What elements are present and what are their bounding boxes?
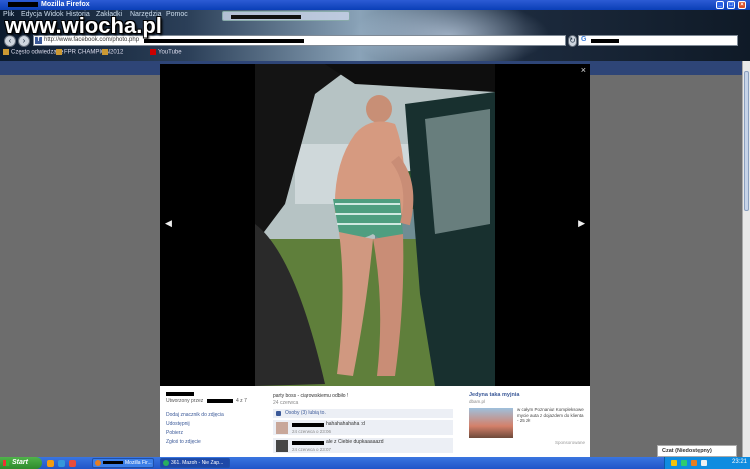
- clock[interactable]: 23:21: [732, 459, 747, 465]
- bookmark-item[interactable]: 2012: [102, 49, 123, 56]
- report-photo-link[interactable]: Zgłoś to zdjęcie: [166, 439, 224, 445]
- previous-photo-button[interactable]: ◀: [165, 218, 172, 229]
- ad-text: w całym Poznaniu! Kompleksowe mycie auta…: [517, 407, 584, 423]
- sponsored-label[interactable]: Sponsorowane: [555, 440, 585, 445]
- minimize-button[interactable]: _: [716, 1, 724, 9]
- youtube-icon: [150, 49, 156, 55]
- close-viewer-button[interactable]: ×: [581, 65, 586, 75]
- close-window-button[interactable]: ×: [738, 1, 746, 9]
- chat-label: Czat (Niedostępny): [662, 448, 712, 454]
- likes-text: Osoby (3) lubią to.: [285, 410, 326, 416]
- start-button[interactable]: Start: [0, 457, 42, 469]
- bookmark-item[interactable]: YouTube: [150, 49, 182, 56]
- bookmark-icon: [56, 49, 62, 55]
- avatar[interactable]: [276, 440, 288, 452]
- redacted-task-title: [103, 461, 123, 465]
- redacted-commenter-name: [292, 423, 324, 427]
- photo-position: 4 z 7: [236, 398, 247, 404]
- like-icon: [276, 411, 281, 416]
- start-label: Start: [12, 459, 28, 466]
- photo-date[interactable]: 24 czerwca: [273, 400, 298, 406]
- window-title-bar: Mozilla Firefox _ □ ×: [0, 0, 750, 10]
- ad-image[interactable]: [469, 408, 513, 438]
- watermark-logo: www.wiocha.pl: [5, 13, 162, 38]
- task-label: 361. Mazoh - Nie Zap...: [171, 460, 224, 466]
- firefox-icon: [95, 460, 101, 466]
- page-scrollbar[interactable]: [742, 61, 750, 457]
- chat-button[interactable]: Czat (Niedostępny): [657, 445, 737, 457]
- taskbar-item-player[interactable]: 361. Mazoh - Nie Zap...: [160, 458, 230, 468]
- redacted-search-text: [591, 39, 619, 43]
- tray-icon[interactable]: [681, 460, 687, 466]
- redacted-owner-name: [166, 392, 194, 396]
- ie-icon[interactable]: [58, 460, 65, 467]
- redacted-url-part: [144, 39, 304, 43]
- bookmarks-toolbar: Często odwiedzane FPR CHAMPION 2012 YouT…: [0, 48, 750, 59]
- menu-help[interactable]: Pomoc: [166, 11, 188, 18]
- comment-text: hahahahahaha :d: [326, 421, 365, 427]
- system-tray: 23:21: [664, 457, 750, 469]
- taskbar-item-firefox[interactable]: Mozilla Fir...: [92, 458, 154, 468]
- windows-logo-icon: [3, 460, 9, 466]
- redacted-tab-title: [8, 2, 38, 7]
- redacted-tab-label: [231, 15, 301, 19]
- photo-info-panel: Utworzony przez 4 z 7 Dodaj znacznik do …: [160, 386, 590, 457]
- reload-icon[interactable]: ↻: [568, 35, 577, 47]
- next-photo-button[interactable]: ▶: [578, 218, 585, 229]
- uploaded-prefix: Utworzony przez: [166, 398, 204, 404]
- download-link[interactable]: Pobierz: [166, 430, 224, 436]
- volume-icon[interactable]: [701, 460, 707, 466]
- comment-item: hahahahahaha :d 24 czerwca o 23:06: [273, 419, 453, 435]
- redacted-uploader-name: [206, 398, 233, 403]
- comment-text: ale z Ciebie dupkaaaaazd: [326, 439, 384, 445]
- bookmark-icon: [102, 49, 108, 55]
- window-title: Mozilla Firefox: [41, 1, 90, 8]
- media-player-icon[interactable]: [69, 460, 76, 467]
- google-icon: G: [581, 36, 587, 43]
- tray-icon[interactable]: [691, 460, 697, 466]
- taskbar: Start Mozilla Fir... 361. Mazoh - Nie Za…: [0, 457, 750, 469]
- comment-time[interactable]: 24 czerwca o 23:07: [292, 447, 331, 452]
- redacted-commenter-name: [292, 441, 324, 445]
- share-link[interactable]: Udostępnij: [166, 421, 224, 427]
- bookmark-item[interactable]: Często odwiedzane: [3, 49, 63, 56]
- photo-actions: Dodaj znacznik do zdjęcia Udostępnij Pob…: [166, 412, 224, 448]
- comment-item: ale z Ciebie dupkaaaaazd 24 czerwca o 23…: [273, 437, 453, 453]
- ad-title[interactable]: Jedyna taka myjnia: [469, 392, 587, 398]
- firefox-icon[interactable]: [47, 460, 54, 467]
- browser-tab[interactable]: [222, 11, 350, 21]
- avatar[interactable]: [276, 422, 288, 434]
- player-icon: [163, 460, 169, 466]
- photo-image: [255, 64, 495, 386]
- bookmark-label: YouTube: [158, 49, 182, 56]
- task-label: Mozilla Fir...: [125, 460, 152, 466]
- search-input[interactable]: G: [578, 35, 738, 46]
- bookmark-icon: [3, 49, 9, 55]
- likes-bar[interactable]: Osoby (3) lubią to.: [273, 409, 453, 418]
- photo-viewer: × ◀ ▶: [160, 64, 590, 386]
- uploaded-by: Utworzony przez 4 z 7: [166, 398, 247, 404]
- comment-time[interactable]: 24 czerwca o 23:06: [292, 429, 331, 434]
- ad-domain: dbam.pl: [469, 399, 486, 404]
- scrollbar-thumb[interactable]: [744, 71, 749, 211]
- sponsored-ad[interactable]: Jedyna taka myjnia dbam.pl w całym Pozna…: [469, 392, 587, 445]
- tag-photo-link[interactable]: Dodaj znacznik do zdjęcia: [166, 412, 224, 418]
- photo[interactable]: [255, 64, 495, 386]
- tray-icon[interactable]: [671, 460, 677, 466]
- bookmark-label: 2012: [110, 49, 124, 56]
- photo-caption: party boss - ciąrowskiemu odbiło !: [273, 393, 349, 399]
- maximize-button[interactable]: □: [727, 1, 735, 9]
